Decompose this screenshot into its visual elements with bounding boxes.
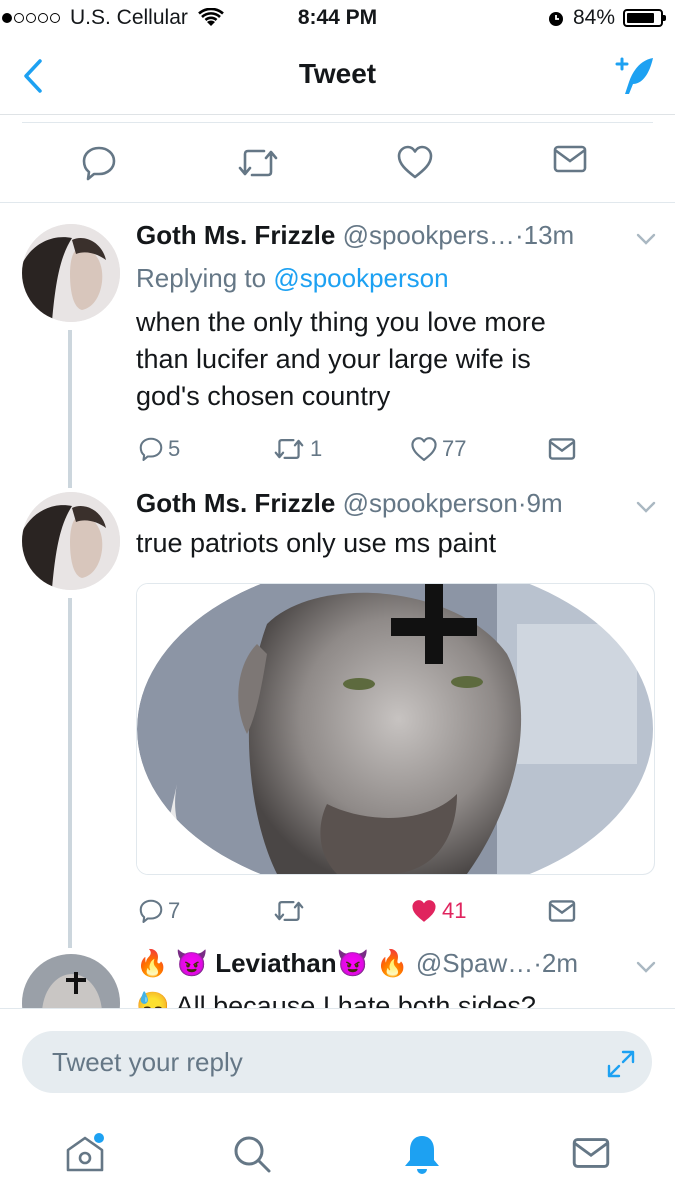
like-count: 77 <box>442 436 467 461</box>
reply-button[interactable]: 7 <box>138 898 180 924</box>
status-right: 84% <box>547 6 666 30</box>
reply-input[interactable]: Tweet your reply <box>22 1031 652 1093</box>
chevron-down-icon[interactable] <box>636 960 656 974</box>
separator-dot: · <box>514 220 524 250</box>
retweet-icon <box>274 439 304 459</box>
reply-icon <box>139 899 163 923</box>
replying-handle[interactable]: @spookperson <box>273 263 448 293</box>
devil-icon: 😈 <box>175 948 208 978</box>
replying-to: Replying to @spookperson <box>136 263 449 294</box>
retweet-button[interactable]: 1 <box>272 435 322 463</box>
like-count: 41 <box>442 898 467 923</box>
message-button[interactable] <box>548 899 576 923</box>
like-button[interactable]: 41 <box>410 898 466 924</box>
message-icon[interactable] <box>553 144 587 174</box>
emoji-icon: 😓 <box>136 991 170 1008</box>
reply-count: 5 <box>168 436 181 461</box>
avatar[interactable] <box>22 224 120 322</box>
home-icon <box>66 1133 104 1172</box>
retweet-icon[interactable] <box>236 144 280 182</box>
retweet-button[interactable] <box>272 897 306 925</box>
tab-home[interactable] <box>64 1132 106 1179</box>
devil-icon: 😈 <box>336 948 369 978</box>
tweet[interactable]: 🔥 😈 Leviathan😈 🔥 @Spaw…·2m 😓 All because… <box>0 940 675 1008</box>
tweet-actions: 5 1 77 <box>0 434 675 464</box>
battery-percent: 84% <box>572 6 615 29</box>
timestamp: 9m <box>526 488 563 518</box>
retweet-icon <box>274 901 304 921</box>
separator-dot: · <box>517 488 527 518</box>
message-icon <box>548 900 576 922</box>
like-icon <box>411 437 437 461</box>
display-name[interactable]: Leviathan <box>215 948 336 978</box>
tab-notifications[interactable] <box>402 1132 442 1181</box>
tweet-text-line: true patriots only use ms paint <box>136 528 497 558</box>
reply-count: 7 <box>168 898 181 923</box>
replying-prefix: Replying to <box>136 263 267 293</box>
tab-messages[interactable] <box>572 1136 610 1175</box>
reply-placeholder: Tweet your reply <box>52 1046 243 1077</box>
page-title: Tweet <box>298 58 377 89</box>
tweet-text-line: when the only thing you love more <box>136 307 546 337</box>
user-handle[interactable]: @spookpers… <box>343 220 515 250</box>
timestamp: 2m <box>541 948 579 978</box>
tweet-text-line: All because I hate both sides? <box>175 991 536 1008</box>
user-handle[interactable]: @Spaw… <box>416 948 533 978</box>
display-name[interactable]: Goth Ms. Frizzle <box>136 220 335 250</box>
fire-icon: 🔥 <box>376 948 409 978</box>
divider <box>22 122 653 123</box>
tweet-text-line: god's chosen country <box>136 381 391 411</box>
main-tweet-actions <box>0 114 675 203</box>
tab-search[interactable] <box>232 1134 272 1179</box>
message-button[interactable] <box>548 437 576 461</box>
compose-icon[interactable] <box>611 54 657 98</box>
search-icon <box>234 1136 271 1173</box>
avatar[interactable] <box>22 492 120 590</box>
tweet-image[interactable] <box>136 583 655 875</box>
tweet-text: true patriots only use ms paint <box>136 525 656 562</box>
status-bar: U.S. Cellular 8:44 PM 84% <box>0 0 675 40</box>
reply-button[interactable]: 5 <box>138 436 180 462</box>
tab-bar <box>0 1108 675 1200</box>
tweet-text: when the only thing you love more than l… <box>136 304 656 415</box>
timestamp: 13m <box>523 220 575 250</box>
notifications-icon <box>405 1136 439 1174</box>
chevron-down-icon[interactable] <box>636 500 656 514</box>
tweet-header: Goth Ms. Frizzle @spookperson·9m <box>136 488 563 519</box>
avatar[interactable] <box>22 954 120 1008</box>
nav-bar: Tweet <box>0 40 675 115</box>
retweet-count: 1 <box>310 436 323 461</box>
reply-icon[interactable] <box>80 144 118 182</box>
tweet-header: 🔥 😈 Leviathan😈 🔥 @Spaw…·2m <box>136 948 578 979</box>
fire-icon: 🔥 <box>136 948 169 978</box>
tweet-text: 😓 All because I hate both sides? <box>136 988 656 1008</box>
user-handle[interactable]: @spookperson <box>343 488 518 518</box>
like-button[interactable]: 77 <box>410 436 466 462</box>
like-filled-icon <box>412 900 436 922</box>
tweet-header: Goth Ms. Frizzle @spookpers…·13m <box>136 220 574 251</box>
expand-icon[interactable] <box>606 1049 636 1079</box>
reply-bar: Tweet your reply <box>0 1008 675 1109</box>
alarm-icon <box>548 12 563 26</box>
separator-dot: · <box>533 948 542 978</box>
chevron-down-icon[interactable] <box>636 232 656 246</box>
display-name[interactable]: Goth Ms. Frizzle <box>136 488 335 518</box>
like-icon[interactable] <box>396 144 434 180</box>
tweet-actions: 7 41 <box>0 896 675 926</box>
battery-icon <box>623 9 666 27</box>
message-icon <box>548 438 576 460</box>
tweet-text-line: than lucifer and your large wife is <box>136 344 531 374</box>
reply-icon <box>139 437 163 461</box>
message-icon <box>572 1138 610 1168</box>
thread-line <box>68 330 72 488</box>
